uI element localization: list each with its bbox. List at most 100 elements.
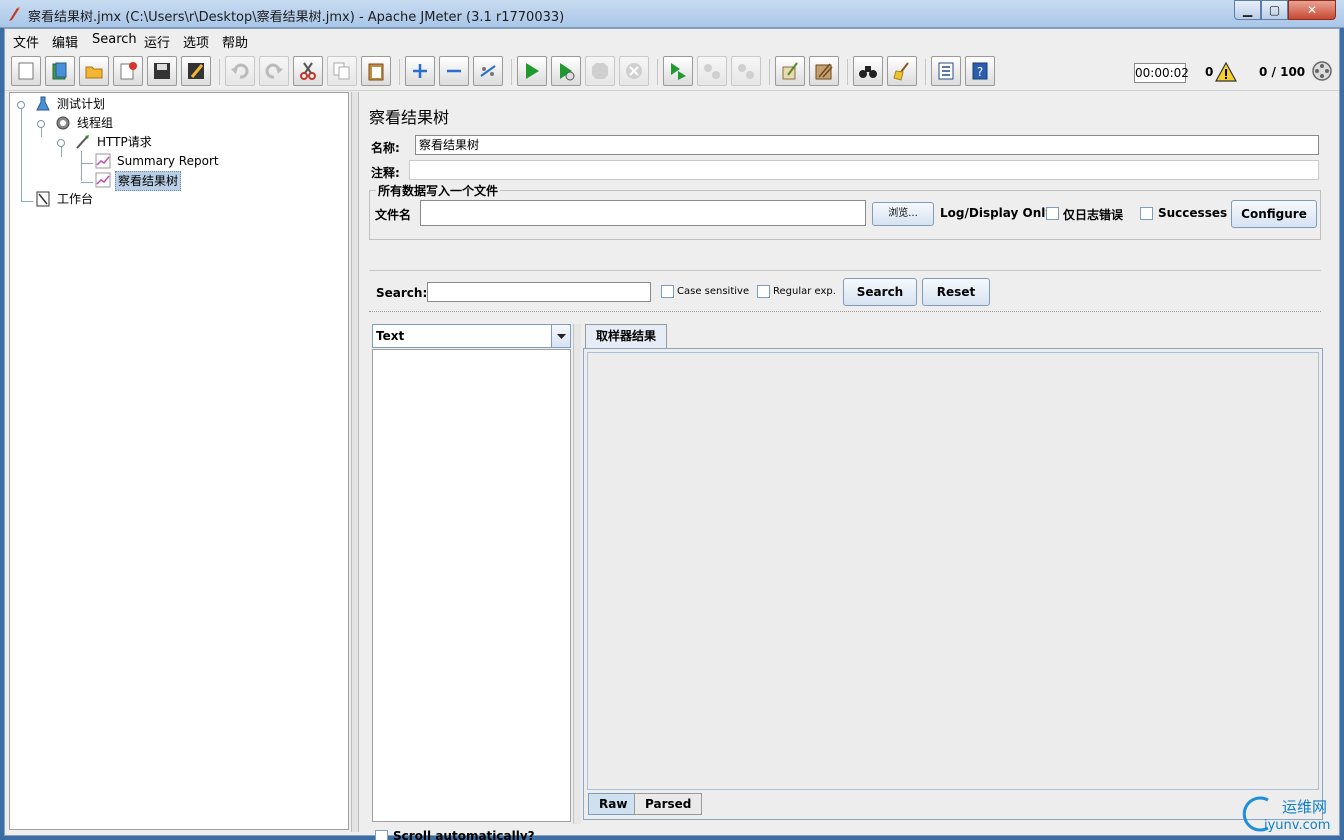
browse-button[interactable]: 浏览... [872,202,934,226]
case-sensitive-checkbox[interactable] [661,285,674,298]
tree-splitter[interactable] [351,92,359,832]
panel-title: 察看结果树 [369,108,450,127]
remote-start-button[interactable] [663,56,693,86]
warning-icon[interactable] [1215,62,1237,82]
scroll-auto-label: Scroll automatically? [393,829,535,840]
stop-icon [592,63,608,79]
successes-label: Successes [1158,206,1228,220]
menu-search[interactable]: Search [92,32,137,47]
menu-options[interactable]: 选项 [183,32,209,51]
shutdown-button[interactable] [619,56,649,86]
start-button[interactable] [517,56,547,86]
sample-results-list[interactable] [372,349,571,822]
results-splitter[interactable] [573,324,581,824]
toggle-button[interactable] [473,56,503,86]
minimize-button[interactable]: ▁ [1234,0,1261,20]
tree-node-label: 工作台 [57,192,94,206]
help-button[interactable]: ? [965,56,995,86]
cut-icon [300,62,316,80]
tree-guide-line [21,201,33,202]
paste-button[interactable] [361,56,391,86]
cut-button[interactable] [293,56,323,86]
sampler-result-content[interactable] [587,352,1319,790]
scroll-auto-checkbox[interactable] [375,830,388,840]
maximize-button[interactable]: ▢ [1261,0,1288,20]
tree-expander[interactable] [37,120,45,128]
window-title: 察看结果树.jmx (C:\Users\r\Desktop\察看结果树.jmx)… [28,10,565,25]
search-tree-button[interactable] [853,56,883,86]
save-as-button[interactable] [181,56,211,86]
start-no-pause-button[interactable] [551,56,581,86]
new-button[interactable] [11,56,41,86]
http-sampler-icon [76,135,89,149]
active-threads: 0 / 100 [1259,65,1306,79]
watermark-text-cn: 运维网 [1282,798,1328,816]
stop-button[interactable] [585,56,615,86]
close-window-button[interactable]: ✕ [1288,0,1336,20]
binoculars-icon [859,66,877,78]
filename-field[interactable] [420,200,866,226]
tree-expander[interactable] [57,139,65,147]
toolbar: ? 00:00:02 0 0 / 100 [5,51,1339,91]
save-icon [154,63,170,79]
comment-field[interactable] [409,160,1319,180]
reset-search-button[interactable] [887,56,917,86]
successes-checkbox[interactable] [1140,207,1153,220]
regex-label: Regular exp. [773,286,836,297]
function-list-icon [938,62,954,80]
toolbar-separator [511,59,512,85]
collapse-button[interactable] [439,56,469,86]
shutdown-icon [626,63,642,79]
errors-only-checkbox[interactable] [1046,207,1059,220]
name-field[interactable]: 察看结果树 [415,135,1319,155]
search-button[interactable]: Search [843,278,917,306]
comment-label: 注释: [371,166,400,180]
clear-all-button[interactable] [809,56,839,86]
close-doc-button[interactable] [113,56,143,86]
undo-button[interactable] [225,56,255,86]
templates-icon [52,62,67,80]
expand-button[interactable] [405,56,435,86]
tab-sampler-result[interactable]: 取样器结果 [585,324,668,348]
chevron-down-icon[interactable] [551,325,570,347]
function-helper-button[interactable] [931,56,961,86]
copy-button[interactable] [327,56,357,86]
tree-node-label: 线程组 [77,116,114,130]
remote-stop-button[interactable] [697,56,727,86]
menu-run[interactable]: 运行 [144,32,170,51]
result-tabs: 取样器结果 [583,324,1323,348]
new-doc-icon [18,62,34,80]
search-bar: Search: Case sensitive Regular exp. Sear… [369,270,1321,312]
tab-parsed[interactable]: Parsed [634,793,703,815]
workbench-icon [36,191,50,207]
renderer-select[interactable]: Text [372,324,571,348]
tree-expander[interactable] [17,101,25,109]
toolbar-separator [847,59,848,85]
templates-button[interactable] [45,56,75,86]
minus-icon [447,69,461,73]
menu-help[interactable]: 帮助 [222,32,248,51]
configure-button[interactable]: Configure [1231,200,1317,228]
broom-icon [893,62,909,81]
save-button[interactable] [147,56,177,86]
copy-icon [333,62,350,80]
search-label: Search: [376,286,428,300]
open-button[interactable] [79,56,109,86]
tree-node-label: HTTP请求 [97,135,152,149]
menubar: 文件 编辑 Search 运行 选项 帮助 [5,29,1339,51]
plus-icon [413,64,427,78]
clear-button[interactable] [775,56,805,86]
reset-button[interactable]: Reset [922,278,990,306]
jmeter-feather-icon [9,7,20,21]
save-as-icon [188,63,204,79]
main-window: 文件 编辑 Search 运行 选项 帮助 ? 00:00:02 0 0 / 1… [4,28,1340,840]
remote-shutdown-button[interactable] [731,56,761,86]
menu-file[interactable]: 文件 [13,32,39,51]
play-no-pause-icon [560,63,575,81]
search-input[interactable] [427,282,651,302]
test-plan-icon [36,96,50,111]
tab-raw[interactable]: Raw [588,793,639,815]
menu-edit[interactable]: 编辑 [52,32,78,51]
redo-button[interactable] [259,56,289,86]
regex-checkbox[interactable] [757,285,770,298]
